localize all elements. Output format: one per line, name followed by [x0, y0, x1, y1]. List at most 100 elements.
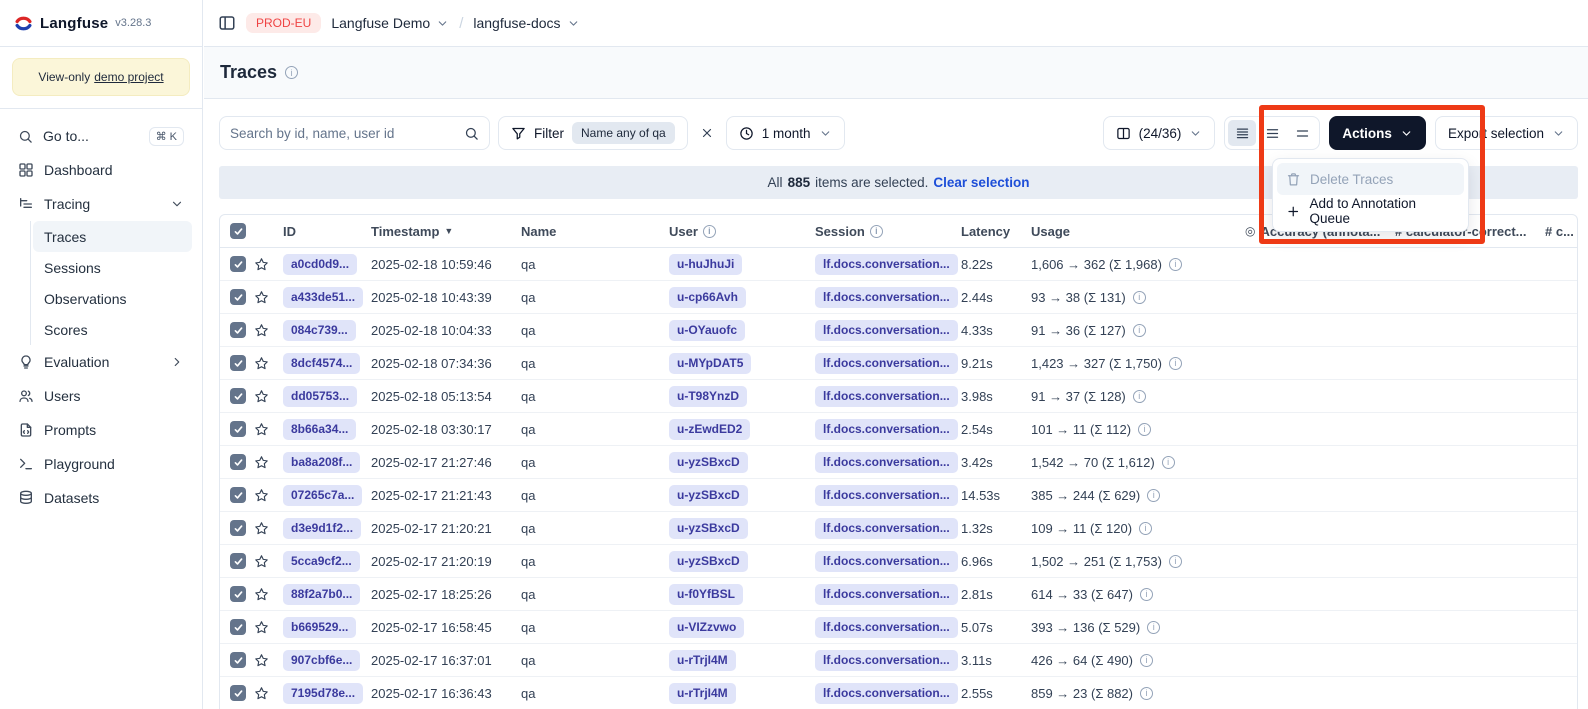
row-checkbox[interactable] — [230, 487, 246, 503]
session-id-badge[interactable]: lf.docs.conversation... — [815, 320, 958, 341]
environment-badge[interactable]: PROD-EU — [246, 13, 321, 33]
trace-id-badge[interactable]: ba8a208f... — [283, 452, 360, 473]
star-icon[interactable] — [254, 323, 269, 338]
star-icon[interactable] — [254, 554, 269, 569]
column-header-usage[interactable]: Usage — [1031, 224, 1245, 239]
table-row[interactable]: dd05753... 2025-02-18 05:13:54 qa u-T98Y… — [220, 380, 1577, 413]
breadcrumb-org[interactable]: Langfuse Demo — [331, 15, 449, 31]
table-row[interactable]: ba8a208f... 2025-02-17 21:27:46 qa u-yzS… — [220, 446, 1577, 479]
column-header-id[interactable]: ID — [277, 224, 371, 239]
sidebar-item-scores[interactable]: Scores — [33, 314, 192, 345]
breadcrumb-project[interactable]: langfuse-docs — [473, 15, 579, 31]
star-icon[interactable] — [254, 290, 269, 305]
trace-id-badge[interactable]: 8b66a34... — [283, 419, 356, 440]
user-id-badge[interactable]: u-T98YnzD — [669, 386, 747, 407]
sidebar-item-sessions[interactable]: Sessions — [33, 252, 192, 283]
column-header-session[interactable]: Session — [815, 224, 961, 239]
trace-id-badge[interactable]: a433de51... — [283, 287, 363, 308]
trace-id-badge[interactable]: a0cd0d9... — [283, 254, 357, 275]
table-row[interactable]: a0cd0d9... 2025-02-18 10:59:46 qa u-huJh… — [220, 248, 1577, 281]
session-id-badge[interactable]: lf.docs.conversation... — [815, 683, 958, 704]
row-checkbox[interactable] — [230, 256, 246, 272]
menu-item-delete-traces[interactable]: Delete Traces — [1277, 163, 1464, 195]
table-row[interactable]: 88f2a7b0... 2025-02-17 18:25:26 qa u-f0Y… — [220, 578, 1577, 611]
user-id-badge[interactable]: u-rTrjI4M — [669, 683, 736, 704]
row-checkbox[interactable] — [230, 685, 246, 701]
user-id-badge[interactable]: u-MYpDAT5 — [669, 353, 751, 374]
session-id-badge[interactable]: lf.docs.conversation... — [815, 650, 958, 671]
time-range-button[interactable]: 1 month — [726, 116, 845, 150]
trace-id-badge[interactable]: dd05753... — [283, 386, 357, 407]
table-row[interactable]: 8dcf4574... 2025-02-18 07:34:36 qa u-MYp… — [220, 347, 1577, 380]
trace-id-badge[interactable]: b669529... — [283, 617, 356, 638]
session-id-badge[interactable]: lf.docs.conversation... — [815, 287, 958, 308]
session-id-badge[interactable]: lf.docs.conversation... — [815, 485, 958, 506]
table-row[interactable]: 084c739... 2025-02-18 10:04:33 qa u-OYau… — [220, 314, 1577, 347]
table-row[interactable]: d3e9d1f2... 2025-02-17 21:20:21 qa u-yzS… — [220, 512, 1577, 545]
user-id-badge[interactable]: u-rTrjI4M — [669, 650, 736, 671]
clear-selection-link[interactable]: Clear selection — [933, 175, 1029, 190]
column-header-score3[interactable]: # c... — [1545, 224, 1577, 239]
row-checkbox[interactable] — [230, 586, 246, 602]
row-checkbox[interactable] — [230, 454, 246, 470]
sidebar-item-dashboard[interactable]: Dashboard — [10, 153, 192, 187]
select-all-checkbox[interactable] — [230, 223, 246, 239]
star-icon[interactable] — [254, 257, 269, 272]
row-checkbox[interactable] — [230, 355, 246, 371]
user-id-badge[interactable]: u-yzSBxcD — [669, 551, 748, 572]
sidebar-toggle-icon[interactable] — [218, 14, 236, 32]
star-icon[interactable] — [254, 455, 269, 470]
session-id-badge[interactable]: lf.docs.conversation... — [815, 518, 958, 539]
user-id-badge[interactable]: u-yzSBxcD — [669, 452, 748, 473]
menu-item-add-to-annotation-queue[interactable]: Add to Annotation Queue — [1277, 195, 1464, 227]
star-icon[interactable] — [254, 521, 269, 536]
trace-id-badge[interactable]: 084c739... — [283, 320, 356, 341]
row-height-large-button[interactable] — [1288, 120, 1316, 146]
session-id-badge[interactable]: lf.docs.conversation... — [815, 386, 958, 407]
row-checkbox[interactable] — [230, 421, 246, 437]
session-id-badge[interactable]: lf.docs.conversation... — [815, 254, 958, 275]
session-id-badge[interactable]: lf.docs.conversation... — [815, 419, 958, 440]
session-id-badge[interactable]: lf.docs.conversation... — [815, 353, 958, 374]
column-header-name[interactable]: Name — [521, 224, 669, 239]
trace-id-badge[interactable]: d3e9d1f2... — [283, 518, 361, 539]
view-only-banner[interactable]: View-only demo project — [12, 58, 190, 96]
star-icon[interactable] — [254, 620, 269, 635]
user-id-badge[interactable]: u-zEwdED2 — [669, 419, 750, 440]
column-header-user[interactable]: User — [669, 224, 815, 239]
table-row[interactable]: 8b66a34... 2025-02-18 03:30:17 qa u-zEwd… — [220, 413, 1577, 446]
sidebar-item-tracing[interactable]: Tracing — [10, 187, 192, 221]
search-box[interactable] — [219, 116, 490, 150]
columns-button[interactable]: (24/36) — [1103, 116, 1216, 150]
user-id-badge[interactable]: u-f0YfBSL — [669, 584, 743, 605]
trace-id-badge[interactable]: 07265c7a... — [283, 485, 362, 506]
table-row[interactable]: 7195d78e... 2025-02-17 16:36:43 qa u-rTr… — [220, 677, 1577, 709]
sidebar-item-evaluation[interactable]: Evaluation — [10, 345, 192, 379]
star-icon[interactable] — [254, 653, 269, 668]
export-selection-button[interactable]: Export selection — [1435, 116, 1578, 150]
sidebar-item-observations[interactable]: Observations — [33, 283, 192, 314]
table-row[interactable]: 907cbf6e... 2025-02-17 16:37:01 qa u-rTr… — [220, 644, 1577, 677]
column-header-timestamp[interactable]: Timestamp ▼ — [371, 224, 521, 239]
star-icon[interactable] — [254, 587, 269, 602]
row-checkbox[interactable] — [230, 652, 246, 668]
sidebar-item-users[interactable]: Users — [10, 379, 192, 413]
row-height-small-button[interactable] — [1228, 120, 1256, 146]
session-id-badge[interactable]: lf.docs.conversation... — [815, 617, 958, 638]
trace-id-badge[interactable]: 907cbf6e... — [283, 650, 360, 671]
trace-id-badge[interactable]: 8dcf4574... — [283, 353, 360, 374]
star-icon[interactable] — [254, 389, 269, 404]
user-id-badge[interactable]: u-OYauofc — [669, 320, 745, 341]
session-id-badge[interactable]: lf.docs.conversation... — [815, 452, 958, 473]
row-checkbox[interactable] — [230, 619, 246, 635]
table-row[interactable]: 5cca9cf2... 2025-02-17 21:20:19 qa u-yzS… — [220, 545, 1577, 578]
sidebar-item-datasets[interactable]: Datasets — [10, 481, 192, 515]
sidebar-item-prompts[interactable]: Prompts — [10, 413, 192, 447]
trace-id-badge[interactable]: 5cca9cf2... — [283, 551, 360, 572]
trace-id-badge[interactable]: 7195d78e... — [283, 683, 363, 704]
session-id-badge[interactable]: lf.docs.conversation... — [815, 584, 958, 605]
search-input[interactable] — [230, 126, 456, 141]
column-header-latency[interactable]: Latency — [961, 224, 1031, 239]
star-icon[interactable] — [254, 686, 269, 701]
user-id-badge[interactable]: u-yzSBxcD — [669, 518, 748, 539]
